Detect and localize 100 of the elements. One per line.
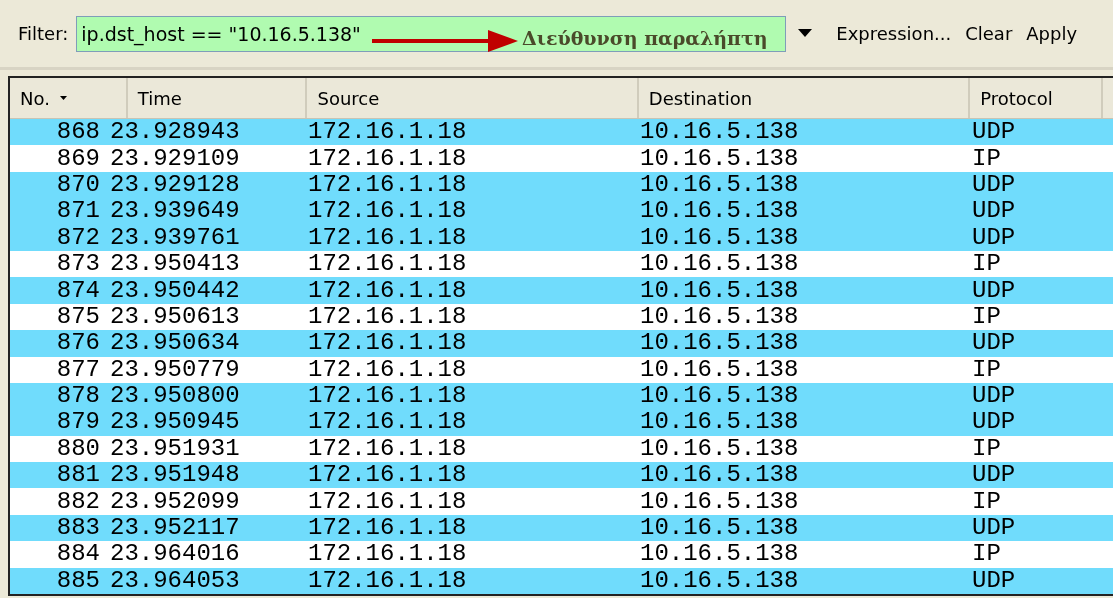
table-cell-text: 172.16.1.18 <box>308 198 468 225</box>
table-cell-text: 10.16.5.138 <box>640 383 800 410</box>
table-cell-text: 172.16.1.18 <box>308 251 468 278</box>
table-cell-text: 23.952117 <box>109 515 241 542</box>
table-cell-text: 10.16.5.138 <box>640 515 800 542</box>
packet-row[interactable]: 879 23.950945 172.16.1.18 10.16.5.138 UDP <box>10 409 1113 436</box>
table-cell-text: 10.16.5.138 <box>640 145 800 172</box>
packet-row[interactable]: 885 23.964053 172.16.1.18 10.16.5.138 UDP <box>10 567 1113 594</box>
packet-row[interactable]: 870 23.929128 172.16.1.18 10.16.5.138 UDP <box>10 171 1113 199</box>
table-cell-text: 10.16.5.138 <box>640 462 800 489</box>
table-cell-text: 10.16.5.138 <box>640 488 800 515</box>
table-cell-text: IP <box>972 356 1002 383</box>
table-cell-text: 872 <box>55 224 100 251</box>
table-cell-text: 172.16.1.18 <box>308 277 468 304</box>
table-cell-text: 23.929109 <box>109 145 241 172</box>
table-cell-text: 172.16.1.18 <box>308 171 468 198</box>
table-cell-text: 172.16.1.18 <box>308 409 468 436</box>
table-cell-text: 23.939761 <box>109 224 241 251</box>
table-cell-text: 871 <box>55 198 100 225</box>
table-cell-text: 875 <box>55 303 100 330</box>
table-cell-text: UDP <box>972 515 1017 542</box>
table-cell-text: IP <box>972 303 1002 330</box>
table-cell-text: 10.16.5.138 <box>640 567 800 594</box>
table-cell-text: 23.950613 <box>109 303 241 330</box>
packet-row[interactable]: 878 23.950800 172.16.1.18 10.16.5.138 UDP <box>10 382 1113 410</box>
table-cell-text: 172.16.1.18 <box>308 435 468 462</box>
table-cell-text: IP <box>972 251 1002 278</box>
table-cell-text: 23.951948 <box>109 462 241 489</box>
table-cell-text: 10.16.5.138 <box>640 198 800 225</box>
table-cell-text: 23.950442 <box>109 277 241 304</box>
packet-row[interactable]: 872 23.939761 172.16.1.18 10.16.5.138 UDP <box>10 224 1113 251</box>
table-cell-text: UDP <box>972 198 1017 225</box>
packet-row[interactable]: 881 23.951948 172.16.1.18 10.16.5.138 UDP <box>10 462 1113 489</box>
table-cell-text: 868 <box>55 119 100 146</box>
table-cell-text: 10.16.5.138 <box>640 251 800 278</box>
table-cell-text: 10.16.5.138 <box>640 224 800 251</box>
toolbar-button[interactable]: Apply <box>1020 23 1084 44</box>
sort-icon <box>59 96 67 100</box>
table-cell-text: UDP <box>972 409 1017 436</box>
table-cell-text: 172.16.1.18 <box>308 541 468 568</box>
table-cell-text: 10.16.5.138 <box>640 409 800 436</box>
table-cell-text: 23.964016 <box>109 541 241 568</box>
table-cell-text: UDP <box>972 383 1017 410</box>
table-cell-text: 880 <box>55 435 100 462</box>
table-cell-text: 172.16.1.18 <box>308 303 468 330</box>
table-cell-text: 885 <box>55 567 100 594</box>
table-cell-text: 876 <box>55 330 100 357</box>
packet-row[interactable]: 874 23.950442 172.16.1.18 10.16.5.138 UDP <box>10 277 1113 304</box>
table-cell-text: IP <box>972 435 1002 462</box>
table-cell-text: 10.16.5.138 <box>640 330 800 357</box>
table-cell-text: 869 <box>55 145 100 172</box>
table-cell-text: 23.952099 <box>109 488 241 515</box>
table-cell-text: 879 <box>55 409 100 436</box>
filter-label: Filter: <box>18 23 69 44</box>
table-cell-text: 883 <box>55 515 100 542</box>
table-cell-text: 10.16.5.138 <box>640 277 800 304</box>
table-cell-text: 172.16.1.18 <box>308 383 468 410</box>
table-cell-text: UDP <box>972 171 1017 198</box>
toolbar-button[interactable]: Expression... <box>830 23 958 44</box>
table-cell-text: 10.16.5.138 <box>640 171 800 198</box>
table-cell-text: 23.950634 <box>109 330 241 357</box>
table-cell-text: 23.929128 <box>109 171 241 198</box>
table-cell-text: 23.950945 <box>109 409 241 436</box>
table-cell-text: 10.16.5.138 <box>640 356 800 383</box>
packet-row[interactable]: 883 23.952117 172.16.1.18 10.16.5.138 UDP <box>10 514 1113 542</box>
table-cell-text: 172.16.1.18 <box>308 330 468 357</box>
table-cell-text: 881 <box>55 462 100 489</box>
packet-row[interactable]: 871 23.939649 172.16.1.18 10.16.5.138 UDP <box>10 198 1113 225</box>
table-cell-text: UDP <box>972 224 1017 251</box>
toolbar-button[interactable]: Clear <box>959 23 1019 44</box>
table-cell-text: 23.950779 <box>109 356 241 383</box>
packet-row[interactable]: 868 23.928943 172.16.1.18 10.16.5.138 UDP <box>10 119 1113 146</box>
table-cell-text: 23.951931 <box>109 435 241 462</box>
table-cell-text: 172.16.1.18 <box>308 515 468 542</box>
table-cell-text: 23.950800 <box>109 383 241 410</box>
table-cell-text: UDP <box>972 119 1017 146</box>
dropdown-caret-icon[interactable] <box>798 29 813 38</box>
table-cell-text: 10.16.5.138 <box>640 119 800 146</box>
table-cell-text: 172.16.1.18 <box>308 488 468 515</box>
annotation-text: Διεύθυνση παραλήπτη <box>522 27 768 49</box>
table-cell-text: IP <box>972 488 1002 515</box>
table-cell-text: 172.16.1.18 <box>308 119 468 146</box>
table-cell-text: IP <box>972 541 1002 568</box>
table-cell-text: 172.16.1.18 <box>308 145 468 172</box>
packet-row[interactable]: 876 23.950634 172.16.1.18 10.16.5.138 UDP <box>10 330 1113 357</box>
table-cell-text: 172.16.1.18 <box>308 462 468 489</box>
arrow-icon <box>370 28 520 54</box>
table-cell-text: 23.950413 <box>109 251 241 278</box>
table-cell-text: 873 <box>55 251 100 278</box>
table-cell-text: UDP <box>972 462 1017 489</box>
table-cell-text: UDP <box>972 567 1017 594</box>
table-cell-text: 878 <box>55 383 100 410</box>
table-cell-text: 10.16.5.138 <box>640 435 800 462</box>
table-cell-text: 172.16.1.18 <box>308 224 468 251</box>
table-cell-text: 23.928943 <box>109 119 241 146</box>
table-cell-text: IP <box>972 145 1002 172</box>
table-cell-text: 874 <box>55 277 100 304</box>
table-cell-text: 884 <box>55 541 100 568</box>
table-cell-text: 172.16.1.18 <box>308 567 468 594</box>
table-cell-text: 870 <box>55 171 100 198</box>
